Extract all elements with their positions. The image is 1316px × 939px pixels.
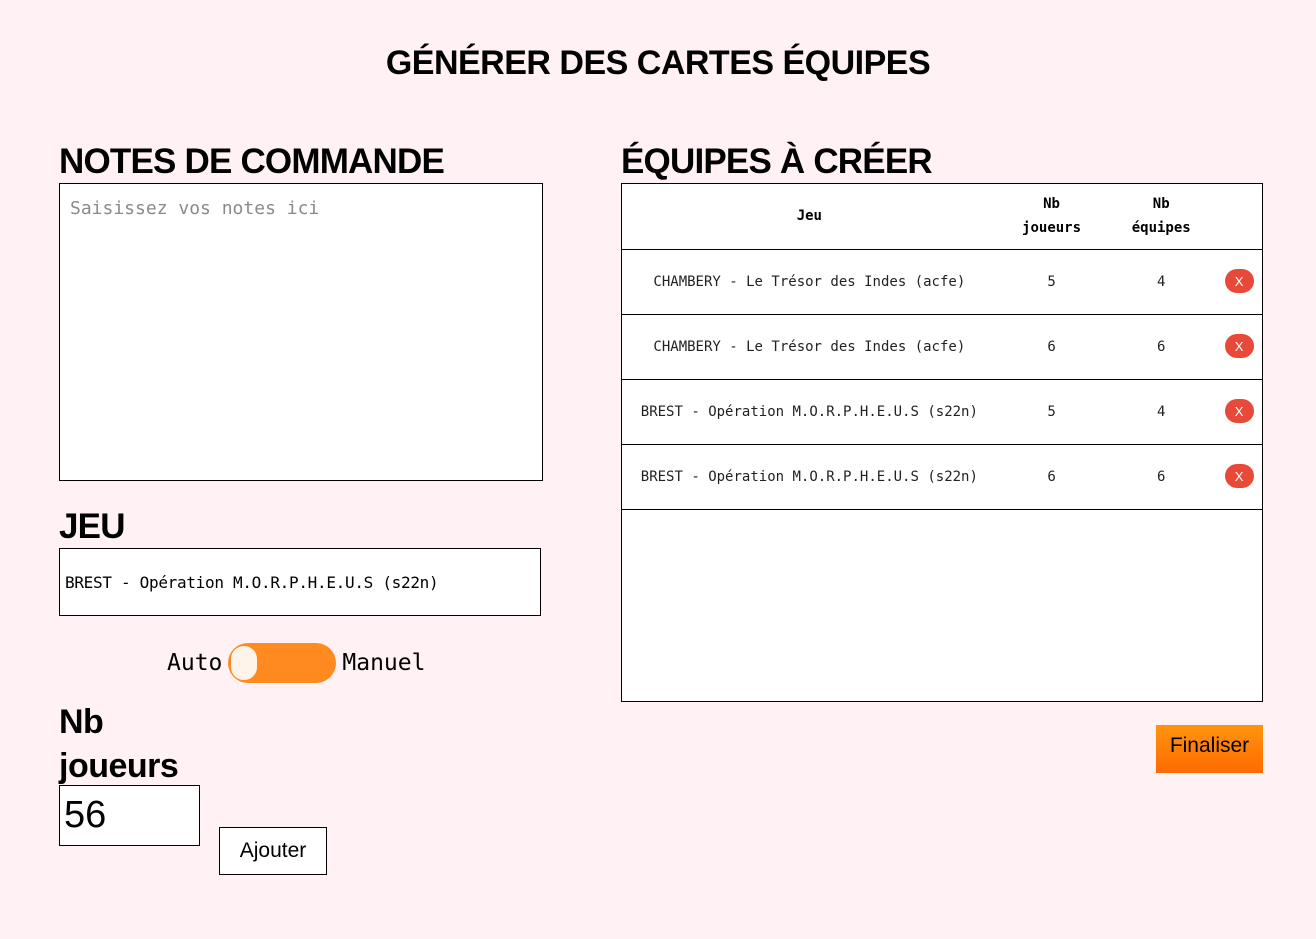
teams-table: Jeu Nb joueurs Nb équipes CHAMBERY - Le … xyxy=(622,184,1262,510)
table-row: CHAMBERY - Le Trésor des Indes (acfe) 6 … xyxy=(622,314,1262,380)
header-nb-equipes-line1: Nb xyxy=(1152,196,1170,213)
players-title-line2: joueurs xyxy=(59,747,179,785)
delete-row-button[interactable]: X xyxy=(1224,464,1254,489)
finalize-button[interactable]: Finaliser xyxy=(1156,725,1263,773)
game-select-value: BREST - Opération M.O.R.P.H.E.U.S (s22n) xyxy=(65,572,439,592)
teams-table-container: Jeu Nb joueurs Nb équipes CHAMBERY - Le … xyxy=(621,183,1263,702)
page: GÉNÉRER DES CARTES ÉQUIPES NOTES DE COMM… xyxy=(0,0,1316,939)
table-row: BREST - Opération M.O.R.P.H.E.U.S (s22n)… xyxy=(622,444,1262,510)
cell-nb-equipes: 6 xyxy=(1106,314,1217,380)
header-nb-equipes: Nb équipes xyxy=(1106,184,1217,250)
add-button[interactable]: Ajouter xyxy=(219,827,327,875)
header-nb-joueurs-line2: joueurs xyxy=(1022,220,1082,237)
header-nb-equipes-line2: équipes xyxy=(1131,220,1191,237)
mode-toggle[interactable] xyxy=(228,643,337,683)
header-nb-joueurs-line1: Nb xyxy=(1043,196,1060,213)
table-row: CHAMBERY - Le Trésor des Indes (acfe) 5 … xyxy=(622,249,1262,315)
cell-jeu: BREST - Opération M.O.R.P.H.E.U.S (s22n) xyxy=(622,379,997,445)
cell-nb-joueurs: 5 xyxy=(996,249,1107,315)
toggle-knob xyxy=(230,645,259,681)
header-delete xyxy=(1216,184,1262,250)
cell-jeu: CHAMBERY - Le Trésor des Indes (acfe) xyxy=(622,249,997,315)
notes-title: NOTES DE COMMANDE xyxy=(59,142,445,181)
toggle-label-auto: Auto xyxy=(167,650,223,676)
teams-title: ÉQUIPES À CRÉER xyxy=(621,142,933,181)
cell-nb-equipes: 4 xyxy=(1106,249,1217,315)
delete-row-button[interactable]: X xyxy=(1224,269,1254,294)
game-select[interactable]: BREST - Opération M.O.R.P.H.E.U.S (s22n) xyxy=(59,548,541,616)
cell-nb-joueurs: 6 xyxy=(996,444,1107,510)
header-nb-joueurs: Nb joueurs xyxy=(996,184,1107,250)
cell-nb-joueurs: 5 xyxy=(996,379,1107,445)
table-row: BREST - Opération M.O.R.P.H.E.U.S (s22n)… xyxy=(622,379,1262,445)
cell-delete: X xyxy=(1216,314,1262,380)
cell-nb-equipes: 6 xyxy=(1106,444,1217,510)
teams-table-header: Jeu Nb joueurs Nb équipes xyxy=(622,184,1262,250)
delete-row-button[interactable]: X xyxy=(1224,399,1254,424)
players-title: Nb joueurs xyxy=(59,700,179,788)
players-title-line1: Nb xyxy=(59,703,104,741)
cell-delete: X xyxy=(1216,379,1262,445)
cell-nb-equipes: 4 xyxy=(1106,379,1217,445)
header-jeu: Jeu xyxy=(622,184,997,250)
cell-jeu: CHAMBERY - Le Trésor des Indes (acfe) xyxy=(622,314,997,380)
delete-row-button[interactable]: X xyxy=(1224,334,1254,359)
cell-delete: X xyxy=(1216,249,1262,315)
toggle-label-manuel: Manuel xyxy=(342,650,426,676)
notes-textarea[interactable] xyxy=(59,183,543,481)
game-title: JEU xyxy=(59,507,125,546)
cell-jeu: BREST - Opération M.O.R.P.H.E.U.S (s22n) xyxy=(622,444,997,510)
page-title: GÉNÉRER DES CARTES ÉQUIPES xyxy=(385,44,931,82)
mode-toggle-row: Auto Manuel xyxy=(167,643,425,683)
players-input[interactable] xyxy=(59,785,200,846)
cell-delete: X xyxy=(1216,444,1262,510)
cell-nb-joueurs: 6 xyxy=(996,314,1107,380)
